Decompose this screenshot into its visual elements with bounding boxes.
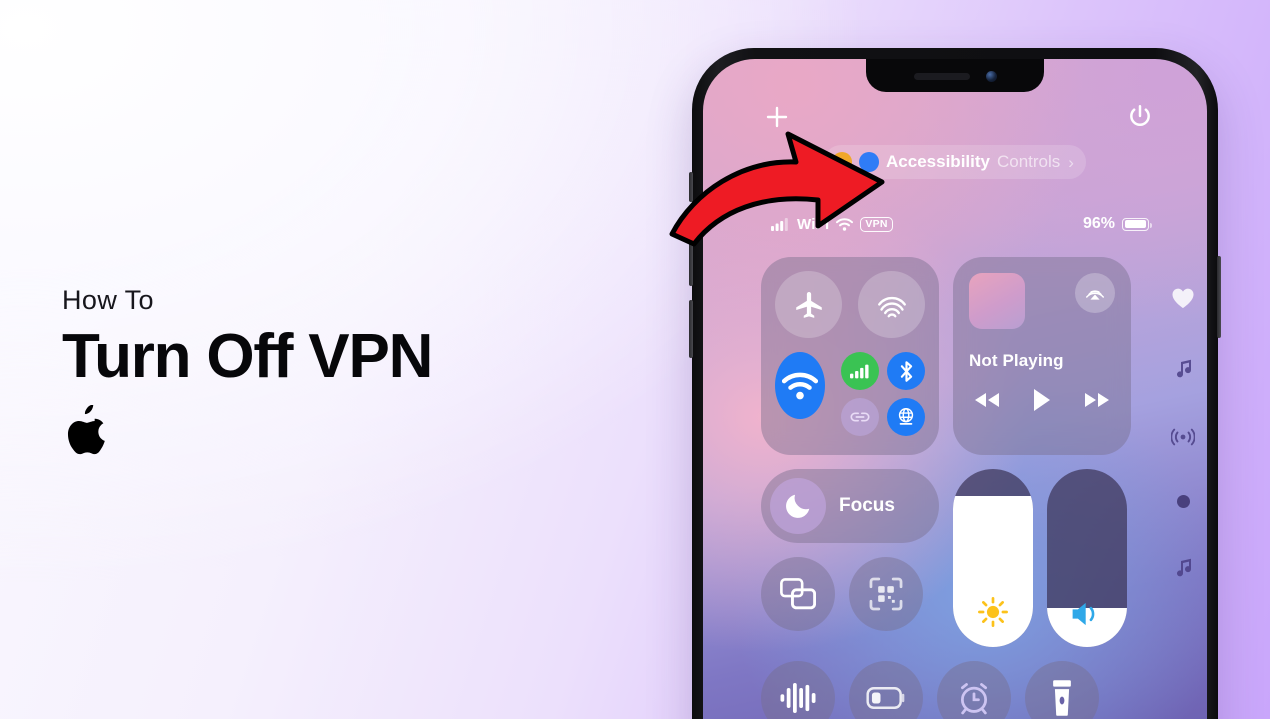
cellular-data-button[interactable] xyxy=(841,352,879,390)
media-transport-controls xyxy=(969,387,1115,413)
volume-down-button[interactable] xyxy=(689,300,693,358)
screen-mirroring-button[interactable] xyxy=(761,557,835,631)
rewind-icon[interactable] xyxy=(973,390,1001,410)
sun-icon xyxy=(978,597,1008,627)
airplane-mode-button[interactable] xyxy=(775,271,842,338)
airdrop-button[interactable] xyxy=(858,271,925,338)
power-button[interactable] xyxy=(1217,256,1221,338)
heart-icon[interactable] xyxy=(1171,287,1195,309)
wifi-button[interactable] xyxy=(775,352,825,419)
control-center-row-2: Focus xyxy=(761,469,1163,647)
slider-group xyxy=(953,469,1127,647)
bluetooth-button[interactable] xyxy=(887,352,925,390)
control-center: Not Playing Focus xyxy=(761,257,1163,719)
page-indicator-rail xyxy=(1171,287,1195,578)
speaker-wave-icon xyxy=(1072,602,1095,626)
sound-waveform-icon xyxy=(780,683,816,713)
alarm-button[interactable] xyxy=(937,661,1011,719)
brightness-slider[interactable] xyxy=(953,469,1033,647)
vpn-button[interactable] xyxy=(887,398,925,436)
chevron-right-icon: › xyxy=(1068,152,1074,172)
music-note-icon[interactable] xyxy=(1173,556,1193,578)
airplay-button[interactable] xyxy=(1075,273,1115,313)
battery-percent-label: 96% xyxy=(1082,215,1115,232)
screen-mirroring-icon xyxy=(780,578,816,610)
qr-code-icon xyxy=(869,577,903,611)
bluetooth-icon xyxy=(900,360,912,382)
plus-icon[interactable] xyxy=(765,105,789,129)
media-player-tile[interactable]: Not Playing xyxy=(953,257,1131,455)
notch xyxy=(866,59,1044,92)
music-note-icon[interactable] xyxy=(1173,357,1193,379)
wifi-icon xyxy=(782,372,818,399)
alarm-clock-icon xyxy=(960,683,988,715)
moon-icon xyxy=(786,494,810,518)
flashlight-icon xyxy=(1053,680,1071,716)
focus-icon-circle xyxy=(770,478,826,534)
personal-hotspot-button[interactable] xyxy=(841,398,879,436)
connectivity-tile[interactable] xyxy=(761,257,939,455)
flashlight-button[interactable] xyxy=(1025,661,1099,719)
airplay-icon xyxy=(1086,290,1104,300)
accessibility-pill-subtitle: Controls xyxy=(996,152,1061,171)
focus-label: Focus xyxy=(839,495,895,516)
eyebrow-text: How To xyxy=(62,285,154,315)
airdrop-icon xyxy=(877,296,906,317)
low-power-mode-button[interactable] xyxy=(849,661,923,719)
red-curved-arrow xyxy=(669,131,885,247)
low-battery-icon xyxy=(866,687,905,709)
power-icon[interactable] xyxy=(1127,103,1153,129)
control-center-row-1: Not Playing xyxy=(761,257,1163,455)
cellular-bars-icon xyxy=(850,364,869,379)
now-playing-label: Not Playing xyxy=(969,351,1064,370)
vpn-globe-icon xyxy=(898,408,914,425)
broadcast-icon[interactable] xyxy=(1171,427,1195,447)
title-block: How To Turn Off VPN xyxy=(62,285,602,461)
front-camera xyxy=(985,71,997,82)
volume-slider[interactable] xyxy=(1047,469,1127,647)
focus-tile[interactable]: Focus xyxy=(761,469,939,543)
battery-icon xyxy=(1122,217,1152,231)
code-scanner-button[interactable] xyxy=(849,557,923,631)
earpiece-speaker xyxy=(913,73,970,80)
album-artwork-placeholder xyxy=(969,273,1025,329)
page-title: Turn Off VPN xyxy=(62,321,433,391)
page-dot-icon[interactable] xyxy=(1176,495,1190,508)
hotspot-link-icon xyxy=(850,412,870,422)
apple-logo xyxy=(67,405,105,455)
sound-recognition-button[interactable] xyxy=(761,661,835,719)
play-icon[interactable] xyxy=(1031,387,1053,413)
fast-forward-icon[interactable] xyxy=(1083,390,1111,410)
control-center-row-3 xyxy=(761,661,1163,719)
airplane-icon xyxy=(795,291,822,318)
